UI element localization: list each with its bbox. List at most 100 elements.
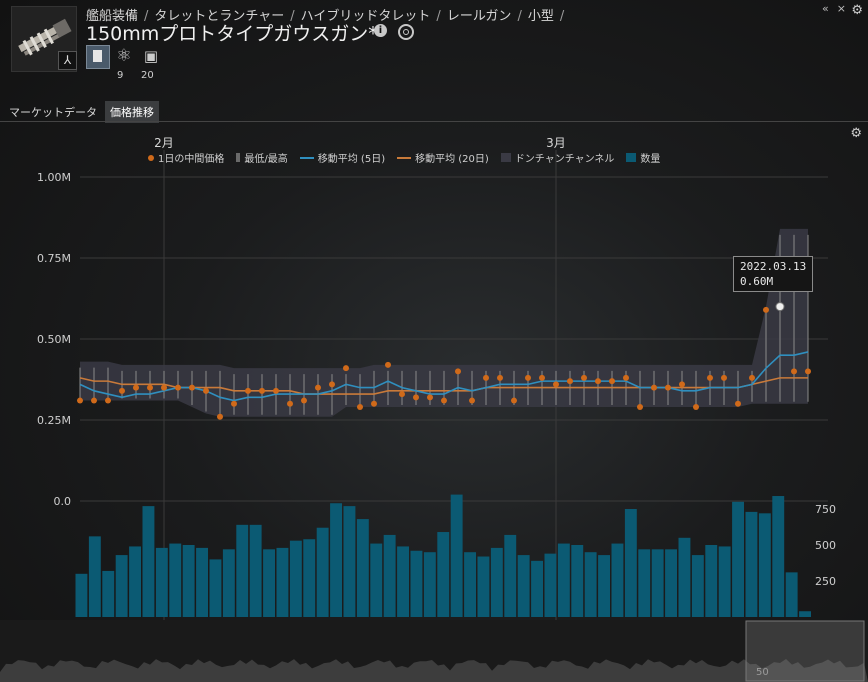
volume-bar	[343, 506, 356, 617]
median-point	[707, 374, 713, 381]
median-point	[693, 404, 699, 411]
volume-bar	[477, 556, 490, 617]
tab-divider	[0, 121, 868, 122]
volume-bar	[330, 503, 342, 617]
tooltip-value: 0.60M	[740, 275, 774, 288]
chip-icon[interactable]: ▣	[140, 45, 162, 67]
tab-market-data[interactable]: マーケットデータ	[4, 101, 102, 123]
volume-bar	[718, 546, 731, 617]
median-point	[749, 374, 755, 381]
breadcrumb-item[interactable]: 小型	[528, 9, 554, 24]
tooltip-date: 2022.03.13	[740, 260, 807, 273]
volume-bar	[423, 552, 436, 617]
median-point	[735, 400, 741, 407]
highlighted-median-point	[775, 302, 785, 312]
close-icon[interactable]: ×	[837, 2, 846, 15]
volume-bar	[450, 494, 463, 617]
atom-count: 9	[117, 70, 124, 81]
volume-bar	[289, 540, 302, 617]
median-point	[77, 397, 83, 404]
volume-bar	[222, 549, 235, 617]
median-point	[231, 400, 237, 407]
atom-icon[interactable]: ⚛	[113, 45, 135, 67]
volume-bar	[665, 549, 677, 617]
volume-bar	[705, 545, 718, 617]
volume-bar	[155, 547, 168, 617]
collapse-icon[interactable]: «	[822, 2, 829, 15]
median-point	[637, 404, 643, 411]
volume-bar	[303, 539, 316, 617]
volume-axis-label: 250	[815, 575, 836, 588]
breadcrumb-item[interactable]: レールガン	[447, 9, 512, 24]
price-axis-label: 1.00M	[37, 171, 71, 184]
document-icon[interactable]	[86, 45, 110, 69]
median-point	[273, 387, 279, 394]
median-point	[399, 391, 405, 398]
median-point	[539, 374, 545, 381]
minimap-label: 50	[756, 667, 769, 678]
median-point	[665, 384, 671, 391]
volume-bar	[785, 572, 798, 617]
volume-bar	[651, 549, 664, 617]
chip-count: 20	[141, 70, 154, 81]
volume-bar	[772, 496, 785, 617]
volume-bar	[437, 532, 450, 617]
median-point	[91, 397, 97, 404]
median-point	[315, 384, 321, 391]
median-point	[189, 384, 195, 391]
volume-bar	[142, 506, 155, 617]
median-point	[791, 368, 797, 375]
median-point	[133, 384, 139, 391]
volume-bar	[249, 524, 262, 617]
gear-icon[interactable]: ⚙	[851, 3, 863, 18]
tab-bar: マーケットデータ 価格推移	[4, 101, 159, 123]
volume-bar	[732, 501, 744, 617]
median-point	[161, 384, 167, 391]
volume-bar	[209, 559, 222, 617]
volume-bar	[584, 552, 597, 617]
volume-bar	[571, 545, 584, 617]
median-point	[147, 384, 153, 391]
median-point	[217, 413, 223, 420]
target-icon[interactable]	[398, 24, 414, 40]
volume-bar	[758, 513, 771, 617]
volume-bar	[356, 519, 369, 617]
volume-bar	[464, 552, 476, 617]
median-point	[245, 387, 251, 394]
chart-tooltip: 2022.03.13 0.60M	[733, 256, 814, 292]
median-point	[581, 374, 587, 381]
info-icon[interactable]: i	[374, 24, 387, 37]
volume-bar	[638, 549, 651, 617]
price-history-chart[interactable]: 1.00M 0.75M 0.50M 0.25M 0.0 750 500 250 2月 3月 50	[0, 128, 868, 682]
volume-bar	[263, 549, 275, 617]
volume-bar	[557, 543, 570, 617]
price-axis-label: 0.0	[54, 495, 72, 508]
volume-bar	[383, 534, 396, 617]
volume-bar	[397, 546, 409, 617]
median-point	[553, 381, 559, 388]
volume-bar	[169, 543, 182, 617]
volume-bar	[490, 547, 503, 617]
volume-bar	[517, 555, 530, 617]
volume-bar	[196, 547, 208, 617]
price-axis-label: 0.25M	[37, 414, 71, 427]
median-point	[413, 394, 419, 401]
volume-axis-label: 750	[815, 503, 836, 516]
price-axis-label: 0.50M	[37, 333, 71, 346]
median-point	[203, 387, 209, 394]
volume-bar	[182, 545, 195, 617]
volume-bar	[598, 555, 610, 617]
page-title: 150mmプロトタイプガウスガン*	[86, 23, 378, 45]
volume-bar	[75, 573, 88, 617]
median-point	[469, 397, 475, 404]
median-point	[357, 404, 363, 411]
median-point	[259, 387, 265, 394]
volume-bar	[691, 555, 704, 617]
median-point	[119, 387, 125, 394]
median-point	[679, 381, 685, 388]
volume-bar	[115, 555, 128, 617]
median-point	[525, 374, 531, 381]
median-point	[427, 394, 433, 401]
tab-price-history[interactable]: 価格推移	[105, 101, 159, 123]
volume-bar	[611, 543, 624, 617]
